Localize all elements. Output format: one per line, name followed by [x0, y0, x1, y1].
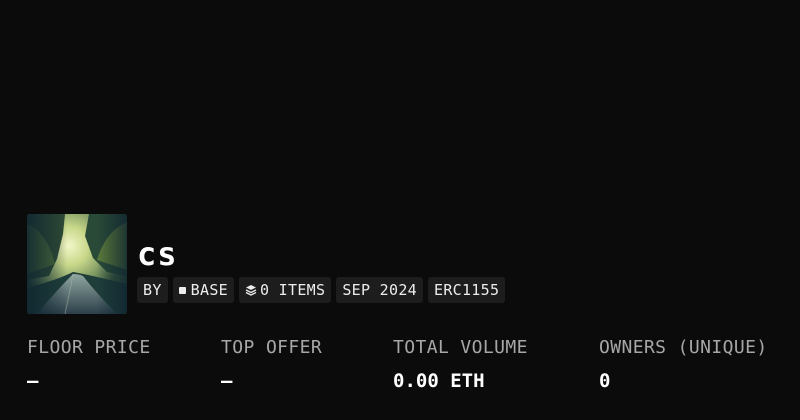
- stat-label: TOTAL VOLUME: [393, 337, 528, 358]
- items-tag[interactable]: 0 ITEMS: [239, 277, 332, 303]
- square-icon: [178, 286, 186, 294]
- items-count-label: 0 ITEMS: [260, 281, 326, 299]
- stat-label: OWNERS (UNIQUE): [599, 337, 768, 358]
- stat-value: —: [221, 370, 233, 392]
- stat-total-volume: TOTAL VOLUME 0.00 ETH: [393, 336, 528, 394]
- collection-stats: FLOOR PRICE — TOP OFFER — TOTAL VOLUME 0…: [0, 336, 800, 396]
- stat-label: TOP OFFER: [221, 337, 323, 358]
- creator-tag[interactable]: BY: [137, 277, 168, 303]
- stat-floor-price: FLOOR PRICE —: [27, 336, 151, 394]
- stat-owners: OWNERS (UNIQUE) 0: [599, 336, 768, 394]
- stat-top-offer: TOP OFFER —: [221, 336, 322, 394]
- created-date-tag: SEP 2024: [336, 277, 423, 303]
- stat-value: 0: [599, 370, 611, 392]
- stat-label: FLOOR PRICE: [27, 337, 151, 358]
- collection-title: cs: [137, 235, 178, 273]
- collection-thumbnail[interactable]: [27, 214, 127, 314]
- chain-tag[interactable]: BASE: [172, 277, 234, 303]
- collection-header: cs BY BASE 0 ITEMS SEP 2024 ERC1155: [27, 214, 506, 314]
- creator-label: BY: [143, 281, 162, 299]
- token-standard-tag: ERC1155: [427, 277, 506, 303]
- collection-tags: BY BASE 0 ITEMS SEP 2024 ERC1155: [137, 277, 506, 303]
- token-standard-label: ERC1155: [433, 281, 500, 299]
- layers-icon: [245, 284, 257, 296]
- stat-value: —: [27, 370, 39, 392]
- chain-label: BASE: [190, 281, 228, 299]
- tree-lined-road-image: [27, 214, 127, 314]
- created-date-label: SEP 2024: [342, 281, 417, 299]
- stat-value: 0.00 ETH: [393, 370, 485, 392]
